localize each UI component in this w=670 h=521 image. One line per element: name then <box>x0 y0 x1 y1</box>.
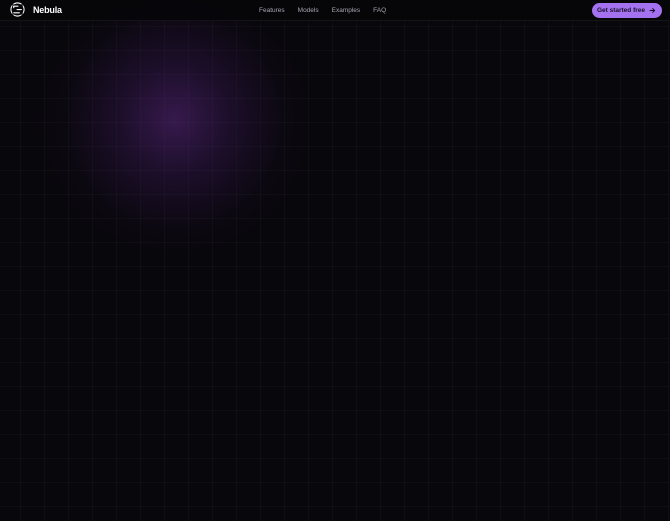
arrow-right-icon <box>649 8 656 13</box>
nav-item-faq[interactable]: FAQ <box>373 6 386 15</box>
brand-link[interactable]: Nebula <box>10 2 62 17</box>
primary-nav: Features Models Examples FAQ <box>259 6 386 15</box>
nav-item-models[interactable]: Models <box>298 6 319 15</box>
get-started-label: Get started free <box>596 7 645 14</box>
nebula-logo-icon <box>10 2 25 17</box>
top-navbar: Nebula Features Models Examples FAQ Get … <box>0 0 670 21</box>
get-started-button[interactable]: Get started free <box>591 3 662 18</box>
background-grid <box>0 0 670 521</box>
brand-name: Nebula <box>33 4 62 15</box>
page: Nebula Features Models Examples FAQ Get … <box>0 0 670 521</box>
nav-item-examples[interactable]: Examples <box>332 6 361 15</box>
nav-item-features[interactable]: Features <box>259 6 285 15</box>
